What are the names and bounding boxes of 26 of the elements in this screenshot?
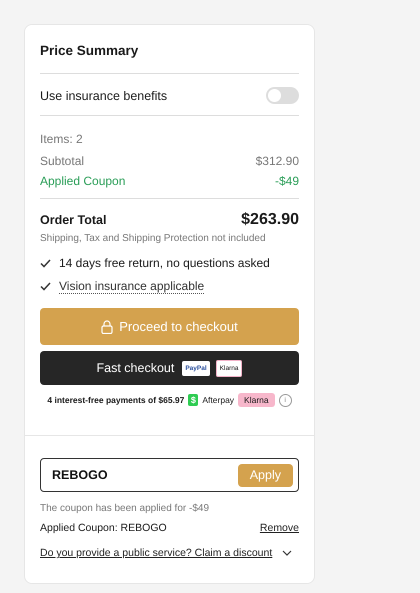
- shipping-note: Shipping, Tax and Shipping Protection not included: [40, 233, 267, 244]
- insurance-toggle[interactable]: [266, 87, 299, 104]
- benefit-text: 14 days free return, no questions asked: [59, 256, 270, 270]
- line-label: Applied Coupon: [40, 174, 126, 188]
- card-title: Price Summary: [40, 43, 140, 58]
- chevron-down-icon[interactable]: [282, 550, 292, 556]
- remove-link[interactable]: Remove: [260, 522, 299, 534]
- afterpay-icon: $: [188, 394, 198, 406]
- total-label: Order Total: [40, 213, 106, 227]
- coupon-field[interactable]: REBOGO Apply: [40, 458, 299, 492]
- line-amount: $312.90: [256, 154, 299, 168]
- toggle-label: Use insurance benefits: [40, 88, 168, 102]
- line-amount: -$49: [274, 174, 299, 188]
- check-icon: [40, 282, 51, 291]
- applied-coupon: Applied Coupon: REBOGO: [40, 522, 167, 534]
- installment-text: 4 interest-free payments of $65.97: [47, 395, 184, 405]
- afterpay-label: Afterpay: [202, 395, 234, 405]
- public-service-link[interactable]: Do you provide a public service? Claim a discount: [40, 547, 272, 559]
- line-label: Subtotal: [40, 154, 84, 168]
- benefit-link[interactable]: Vision insurance applicable: [59, 279, 204, 294]
- check-icon: [40, 258, 51, 268]
- items-count: Items: 2: [40, 132, 84, 146]
- klarna-badge: Klarna: [238, 393, 275, 407]
- lock-icon: [101, 320, 114, 334]
- total-amount: $263.90: [241, 211, 299, 229]
- coupon-message: The coupon has been applied for -$49: [40, 503, 210, 514]
